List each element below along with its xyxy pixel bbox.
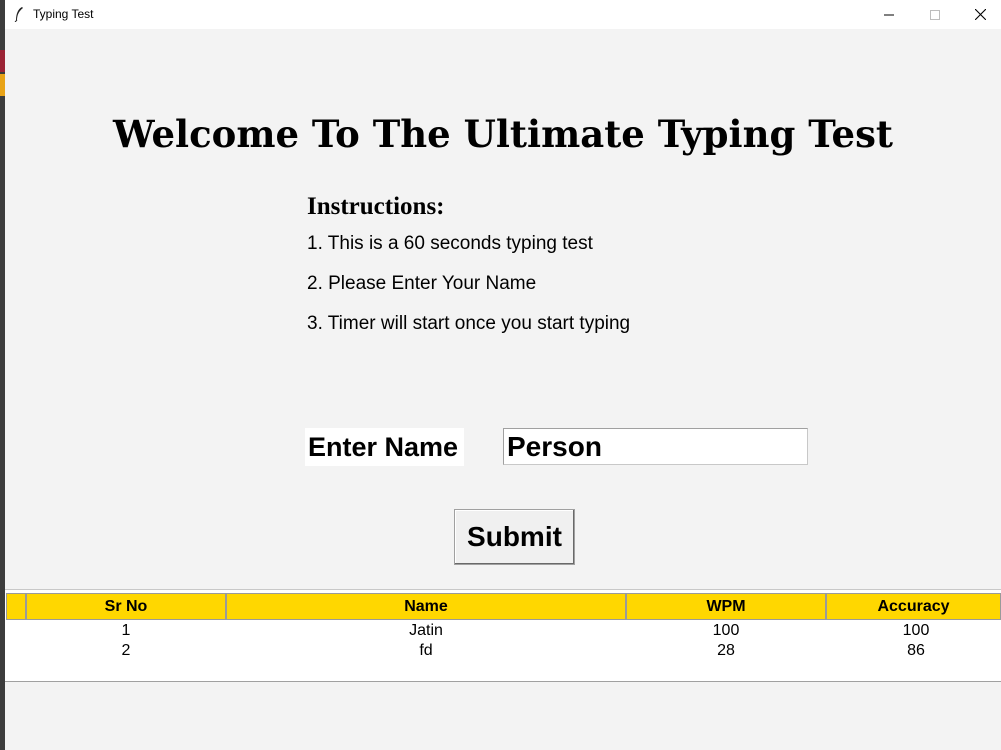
instructions-title: Instructions: (307, 193, 445, 220)
instruction-line: 3. Timer will start once you start typin… (307, 313, 631, 334)
instruction-line: 1. This is a 60 seconds typing test (307, 233, 593, 254)
cell-wpm: 28 (717, 642, 735, 659)
maximize-icon (930, 9, 940, 20)
column-header-wpm[interactable]: WPM (626, 593, 826, 620)
cell-wpm: 100 (712, 622, 740, 639)
table-row-header-corner[interactable] (6, 593, 26, 620)
close-button[interactable] (957, 0, 1001, 29)
cell-sr-no: 2 (121, 642, 131, 659)
submit-button[interactable]: Submit (454, 509, 575, 565)
cell-accuracy: 86 (907, 642, 925, 659)
cell-accuracy: 100 (902, 622, 930, 639)
maximize-button[interactable] (912, 0, 958, 29)
instruction-line: 2. Please Enter Your Name (307, 273, 537, 294)
cell-sr-no: 1 (121, 622, 131, 639)
name-input[interactable] (503, 428, 808, 465)
minimize-button[interactable] (866, 0, 912, 29)
column-header-accuracy[interactable]: Accuracy (826, 593, 1001, 620)
close-icon (974, 9, 986, 20)
page-title: Welcome To The Ultimate Typing Test (112, 112, 894, 156)
feather-icon (14, 7, 23, 22)
title-bar[interactable]: Typing Test (5, 0, 1001, 29)
column-header-sr-no[interactable]: Sr No (26, 593, 226, 620)
name-label: Enter Name (305, 428, 464, 466)
app-window: Typing Test Welcome To The Ultimate Typi… (5, 0, 1001, 750)
cell-name: fd (419, 642, 433, 659)
minimize-icon (884, 14, 894, 15)
window-title: Typing Test (33, 7, 94, 21)
cell-name: Jatin (409, 622, 443, 639)
results-table: Sr No Name WPM Accuracy 1 Jatin 100 100 … (5, 589, 1001, 682)
column-header-name[interactable]: Name (226, 593, 626, 620)
